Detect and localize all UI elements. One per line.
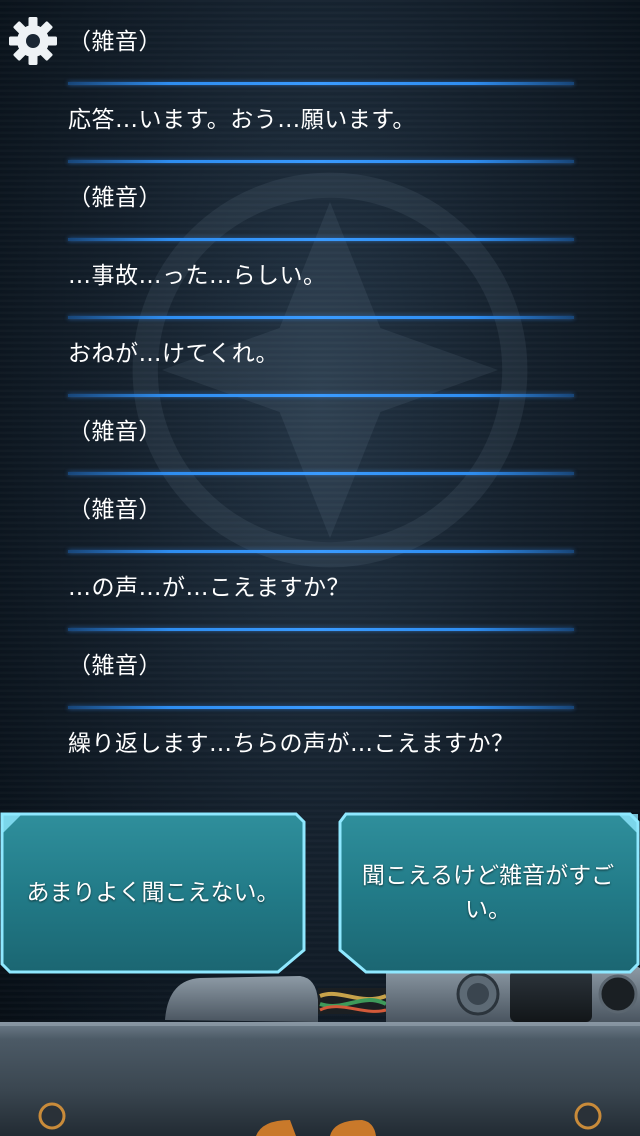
log-text: （雑音） [68,653,162,679]
game-screen: （雑音） 応答…います。おう…願います。 （雑音） …事故…った…らしい。 おね… [0,0,640,1136]
log-entry: （雑音） [68,156,578,234]
log-entry: （雑音） [68,468,578,546]
log-entry: …の声…が…こえますか？ [68,546,578,624]
choice-label-left: あまりよく聞こえない。 [26,880,280,906]
choice-button-right[interactable]: 聞こえるけど雑音がすごい。 [336,810,640,976]
log-text: （雑音） [68,29,162,55]
log-text: おねが…けてくれ。 [68,341,280,367]
log-text: …の声…が…こえますか？ [68,575,350,601]
log-entry: 繰り返します…ちらの声が…こえますか？ [68,702,578,780]
log-text: （雑音） [68,185,162,211]
log-text: （雑音） [68,419,162,445]
gear-icon[interactable] [8,16,58,66]
log-entry: おねが…けてくれ。 [68,312,578,390]
log-text: …事故…った…らしい。 [68,263,327,289]
log-entry: （雑音） [68,0,578,78]
log-entry: 応答…います。おう…願います。 [68,78,578,156]
choice-button-left[interactable]: あまりよく聞こえない。 [0,810,306,976]
log-text: （雑音） [68,497,162,523]
radio-machine-panel [0,966,640,1136]
log-text: 応答…います。おう…願います。 [68,107,416,133]
log-entry: （雑音） [68,390,578,468]
choice-label-right: 聞こえるけど雑音がすごい。 [361,863,615,923]
log-entry: …事故…った…らしい。 [68,234,578,312]
log-entry: （雑音） [68,624,578,702]
log-text: 繰り返します…ちらの声が…こえますか？ [68,731,515,757]
